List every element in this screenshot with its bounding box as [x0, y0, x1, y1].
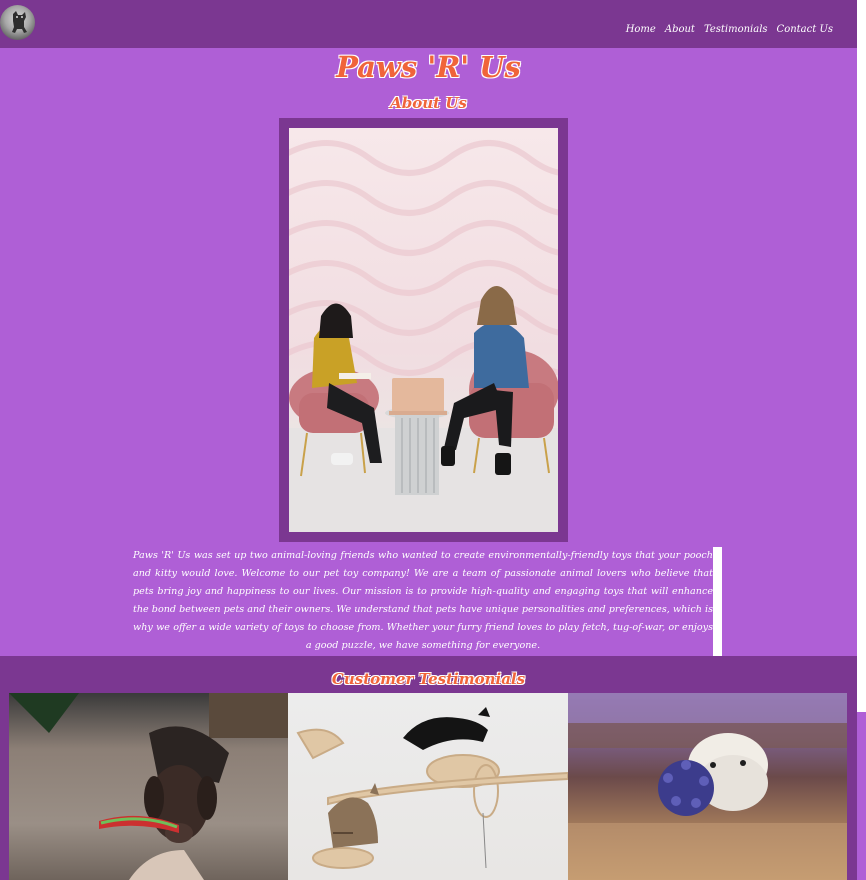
page-edge-strip-lower: [857, 712, 866, 880]
cats-climbing-shelves-photo: [288, 693, 568, 880]
about-description: Paws 'R' Us was set up two animal-loving…: [133, 550, 713, 651]
nav-contact-link[interactable]: Contact Us: [777, 24, 833, 35]
nav-about-link[interactable]: About: [665, 24, 695, 35]
dog-tug-toy-photo: [9, 693, 288, 880]
two-women-meeting-photo: [289, 128, 558, 532]
about-heading: About Us: [390, 94, 467, 112]
site-title: Paws 'R' Us: [336, 50, 521, 84]
nav-links: Home About Testimonials Contact Us: [626, 24, 833, 35]
about-photo-frame: [279, 118, 568, 542]
top-navbar: Home About Testimonials Contact Us: [0, 0, 857, 48]
nav-testimonials-link[interactable]: Testimonials: [704, 24, 768, 35]
nav-home-link[interactable]: Home: [626, 24, 656, 35]
page-edge-strip: [857, 0, 866, 712]
puppy-ball-toy-photo: [568, 693, 847, 880]
testimonials-section: Customer Testimonials: [0, 656, 857, 880]
testimonials-heading: Customer Testimonials: [331, 670, 526, 688]
text-side-bar: [713, 547, 722, 656]
dog-logo-icon[interactable]: [0, 5, 35, 40]
